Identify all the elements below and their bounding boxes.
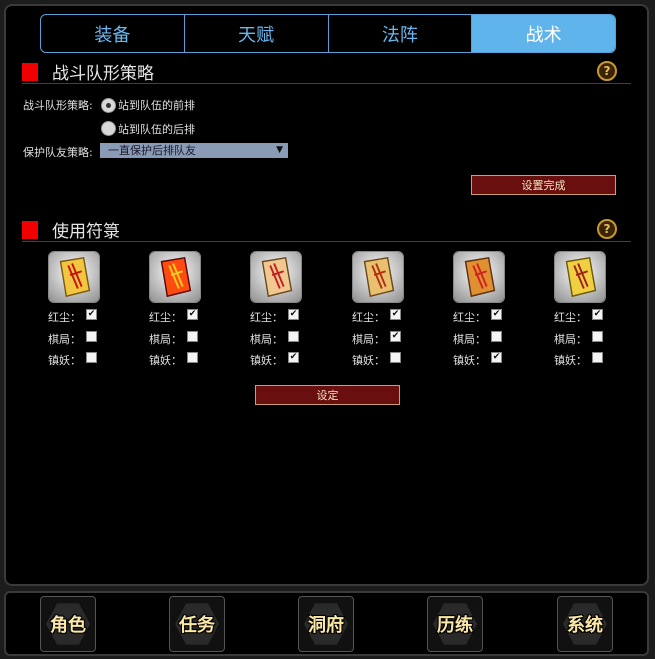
tab-tactics[interactable]: 战术 — [472, 15, 615, 52]
talisman-checkbox[interactable]: ✔ — [592, 309, 603, 320]
talisman-checkbox[interactable] — [592, 331, 603, 342]
talisman-row-label: 红尘： — [48, 311, 81, 324]
talisman-row-label: 棋局： — [554, 333, 587, 346]
talisman-scroll-1-icon[interactable] — [48, 251, 100, 303]
talisman-checkbox[interactable] — [491, 331, 502, 342]
radio-back[interactable] — [101, 121, 116, 136]
formation-done-button[interactable]: 设置完成 — [471, 175, 616, 195]
section-marker — [22, 221, 38, 239]
nav-button-label: 任务 — [179, 615, 215, 636]
nav-quest-button[interactable]: 任务 — [169, 596, 225, 652]
nav-button-label: 角色 — [50, 615, 86, 636]
nav-character-button[interactable]: 角色 — [40, 596, 96, 652]
radio-back-label: 站到队伍的后排 — [118, 123, 195, 136]
talisman-checkbox[interactable] — [288, 331, 299, 342]
talisman-row-label: 棋局： — [352, 333, 385, 346]
talisman-row-label: 镇妖： — [453, 354, 486, 367]
formation-section-header: 战斗队形策略 ? — [22, 61, 631, 84]
talisman-checkbox[interactable]: ✔ — [390, 309, 401, 320]
talisman-section-title: 使用符箓 — [52, 222, 120, 242]
talisman-row-label: 棋局： — [250, 333, 283, 346]
talisman-scroll-5-icon[interactable] — [453, 251, 505, 303]
talisman-checkbox[interactable] — [187, 352, 198, 363]
talisman-checkbox[interactable]: ✔ — [390, 331, 401, 342]
talisman-row-label: 镇妖： — [250, 354, 283, 367]
chevron-down-icon: ▼ — [276, 145, 283, 155]
nav-button-label: 系统 — [567, 615, 603, 636]
main-panel — [4, 4, 649, 586]
talisman-checkbox[interactable]: ✔ — [187, 309, 198, 320]
protect-strategy-label: 保护队友策略: — [23, 146, 93, 159]
talisman-row-label: 棋局： — [48, 333, 81, 346]
talisman-scroll-2-icon[interactable] — [149, 251, 201, 303]
nav-system-button[interactable]: 系统 — [557, 596, 613, 652]
formation-help-icon[interactable]: ? — [597, 61, 617, 81]
tab-formation-array[interactable]: 法阵 — [329, 15, 473, 52]
tab-equipment[interactable]: 装备 — [41, 15, 185, 52]
talisman-checkbox[interactable] — [187, 331, 198, 342]
radio-front[interactable] — [101, 98, 116, 113]
talisman-row-label: 镇妖： — [352, 354, 385, 367]
nav-button-label: 洞府 — [308, 615, 344, 636]
talisman-row-label: 红尘： — [250, 311, 283, 324]
talisman-row-label: 棋局： — [453, 333, 486, 346]
talisman-row-label: 镇妖： — [554, 354, 587, 367]
talisman-checkbox[interactable]: ✔ — [491, 309, 502, 320]
formation-section-title: 战斗队形策略 — [52, 64, 154, 84]
talisman-row-label: 镇妖： — [149, 354, 182, 367]
talisman-checkbox[interactable]: ✔ — [491, 352, 502, 363]
talisman-scroll-4-icon[interactable] — [352, 251, 404, 303]
talisman-row-label: 红尘： — [554, 311, 587, 324]
talisman-checkbox[interactable] — [592, 352, 603, 363]
talisman-help-icon[interactable]: ? — [597, 219, 617, 239]
talisman-checkbox[interactable] — [390, 352, 401, 363]
talisman-scroll-6-icon[interactable] — [554, 251, 606, 303]
talisman-set-button[interactable]: 设定 — [255, 385, 400, 405]
talisman-checkbox[interactable]: ✔ — [288, 309, 299, 320]
protect-strategy-select[interactable]: 一直保护后排队友 ▼ — [100, 143, 288, 158]
formation-strategy-label: 战斗队形策略: — [23, 99, 93, 112]
nav-training-button[interactable]: 历练 — [427, 596, 483, 652]
talisman-row-label: 棋局： — [149, 333, 182, 346]
protect-strategy-value: 一直保护后排队友 — [108, 144, 196, 157]
talisman-checkbox[interactable]: ✔ — [86, 309, 97, 320]
nav-cave-button[interactable]: 洞府 — [298, 596, 354, 652]
talisman-row-label: 镇妖： — [48, 354, 81, 367]
section-marker — [22, 63, 38, 81]
talisman-checkbox[interactable]: ✔ — [288, 352, 299, 363]
tab-bar: 装备 天赋 法阵 战术 — [40, 14, 616, 53]
talisman-row-label: 红尘： — [149, 311, 182, 324]
talisman-row-label: 红尘： — [453, 311, 486, 324]
nav-button-label: 历练 — [437, 615, 473, 636]
talisman-checkbox[interactable] — [86, 331, 97, 342]
talisman-checkbox[interactable] — [86, 352, 97, 363]
radio-front-label: 站到队伍的前排 — [118, 99, 195, 112]
talisman-row-label: 红尘： — [352, 311, 385, 324]
tab-talent[interactable]: 天赋 — [185, 15, 329, 52]
talisman-section-header: 使用符箓 ? — [22, 219, 631, 242]
talisman-scroll-3-icon[interactable] — [250, 251, 302, 303]
